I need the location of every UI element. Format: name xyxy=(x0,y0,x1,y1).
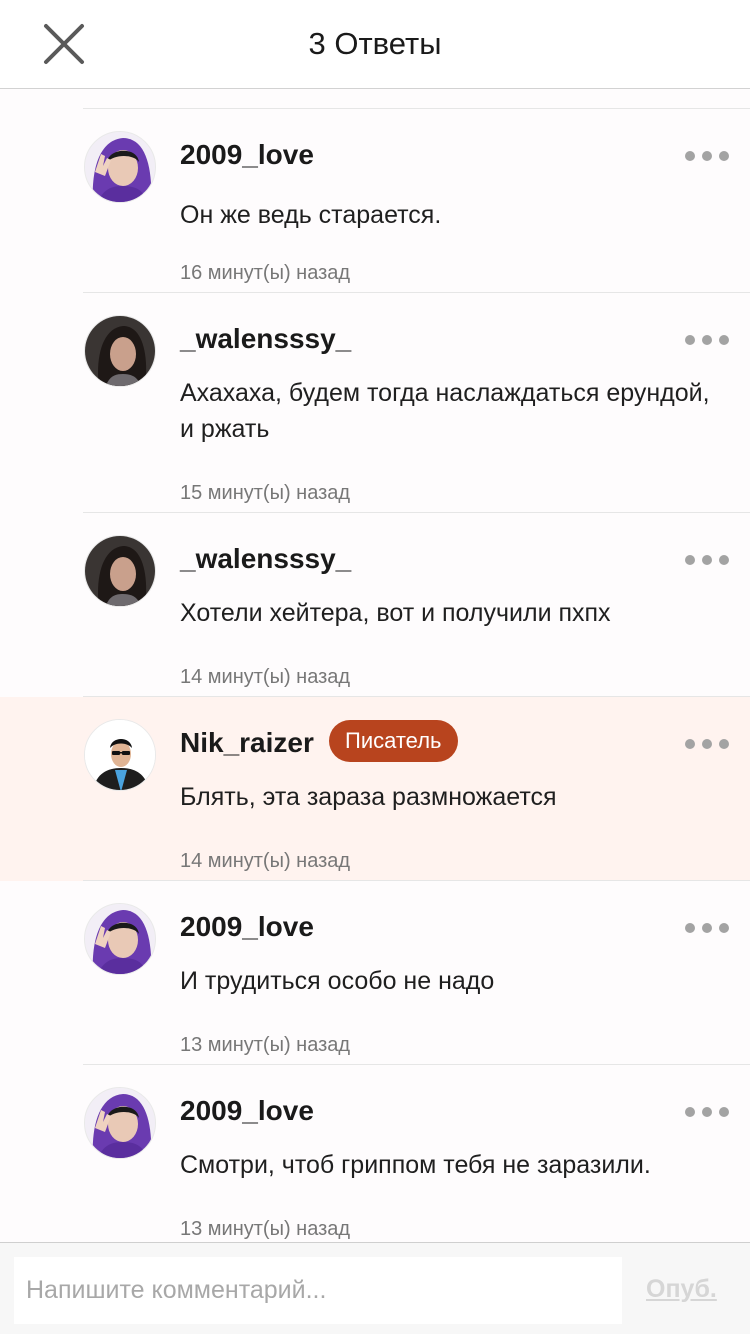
avatar[interactable] xyxy=(84,535,156,607)
username[interactable]: 2009_love xyxy=(180,911,314,943)
more-options-button[interactable] xyxy=(685,553,729,567)
more-dot-icon xyxy=(719,739,729,749)
more-dot-icon xyxy=(685,555,695,565)
avatar[interactable] xyxy=(84,903,156,975)
comment-item: 2009_love И трудиться особо не надо 13 м… xyxy=(0,881,750,1065)
more-dot-icon xyxy=(719,555,729,565)
more-options-button[interactable] xyxy=(685,1105,729,1119)
more-options-button[interactable] xyxy=(685,921,729,935)
username[interactable]: _walensssy_ xyxy=(180,543,351,575)
more-dot-icon xyxy=(719,151,729,161)
more-dot-icon xyxy=(685,739,695,749)
comment-input[interactable] xyxy=(14,1257,622,1324)
more-options-button[interactable] xyxy=(685,149,729,163)
comment-text: Хотели хейтера, вот и получили пхпх xyxy=(180,599,611,627)
publish-button[interactable]: Опуб. xyxy=(646,1275,717,1304)
avatar[interactable] xyxy=(84,315,156,387)
more-options-button[interactable] xyxy=(685,333,729,347)
avatar[interactable] xyxy=(84,131,156,203)
more-dot-icon xyxy=(702,335,712,345)
comment-text: Смотри, чтоб гриппом тебя не заразили. xyxy=(180,1151,651,1179)
more-dot-icon xyxy=(702,151,712,161)
more-dot-icon xyxy=(719,335,729,345)
username[interactable]: 2009_love xyxy=(180,1095,314,1127)
comment-time: 13 минут(ы) назад xyxy=(180,1034,351,1056)
writer-badge: Писатель xyxy=(329,720,458,762)
replies-list: 2009_love Он же ведь старается. 16 минут… xyxy=(0,89,750,1241)
comment-item: _walensssy_ Ахахаха, будем тогда наслажд… xyxy=(0,293,750,513)
more-dot-icon xyxy=(719,923,729,933)
comment-item: 2009_love Он же ведь старается. 16 минут… xyxy=(0,109,750,293)
comment-text: Он же ведь старается. xyxy=(180,201,442,229)
comment-time: 15 минут(ы) назад xyxy=(180,482,351,504)
avatar[interactable] xyxy=(84,719,156,791)
username[interactable]: Nik_raizer xyxy=(180,727,314,759)
username[interactable]: 2009_love xyxy=(180,139,314,171)
more-dot-icon xyxy=(702,923,712,933)
comment-item-highlighted: Nik_raizer Писатель Блять, эта зараза ра… xyxy=(0,697,750,881)
page-title: 3 Ответы xyxy=(308,26,442,61)
comment-item: _walensssy_ Хотели хейтера, вот и получи… xyxy=(0,513,750,697)
username[interactable]: _walensssy_ xyxy=(180,323,351,355)
more-dot-icon xyxy=(719,1107,729,1117)
header-bar: 3 Ответы xyxy=(0,0,750,89)
comment-text: Ахахаха, будем тогда наслаждаться ерундо… xyxy=(180,379,710,443)
more-options-button[interactable] xyxy=(685,737,729,751)
comment-time: 14 минут(ы) назад xyxy=(180,850,351,872)
more-dot-icon xyxy=(685,923,695,933)
list-top-divider xyxy=(83,89,750,109)
comment-text: И трудиться особо не надо xyxy=(180,967,495,995)
comment-time: 14 минут(ы) назад xyxy=(180,666,351,688)
more-dot-icon xyxy=(685,151,695,161)
comment-composer: Опуб. xyxy=(0,1242,750,1334)
comment-time: 16 минут(ы) назад xyxy=(180,262,351,284)
comment-time: 13 минут(ы) назад xyxy=(180,1218,351,1240)
more-dot-icon xyxy=(702,739,712,749)
more-dot-icon xyxy=(685,1107,695,1117)
more-dot-icon xyxy=(685,335,695,345)
comment-item: 2009_love Смотри, чтоб гриппом тебя не з… xyxy=(0,1065,750,1241)
more-dot-icon xyxy=(702,1107,712,1117)
more-dot-icon xyxy=(702,555,712,565)
avatar[interactable] xyxy=(84,1087,156,1159)
comment-text: Блять, эта зараза размножается xyxy=(180,783,557,811)
